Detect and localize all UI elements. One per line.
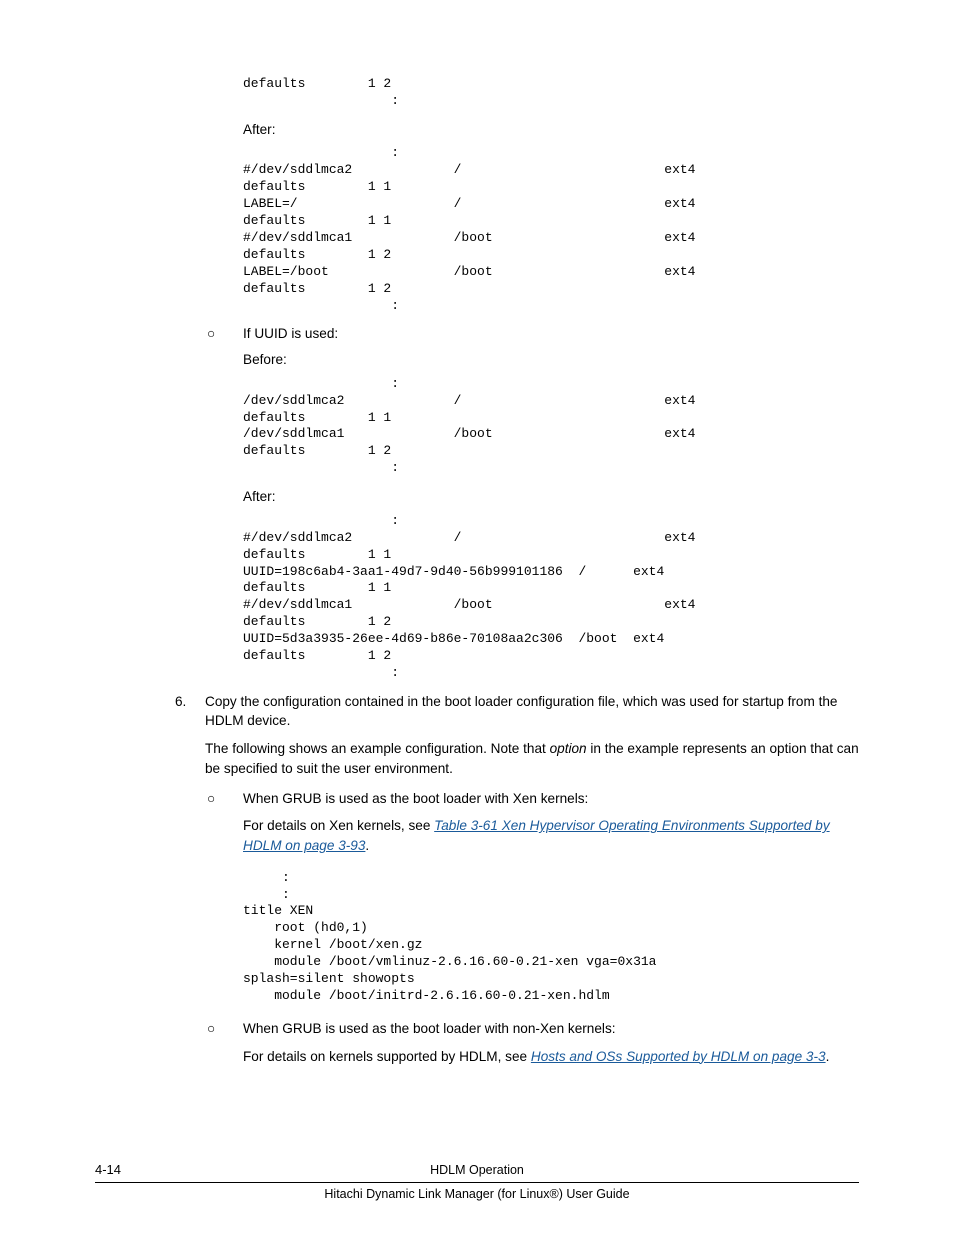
code-block-defaults: defaults 1 2 : (243, 76, 859, 110)
bullet-marker-icon: ○ (207, 789, 215, 809)
grub-nonxen-details-pre: For details on kernels supported by HDLM… (243, 1049, 531, 1064)
code-block-grub-xen: : : title XEN root (hd0,1) kernel /boot/… (243, 870, 859, 1005)
bullet-grub-nonxen: ○ When GRUB is used as the boot loader w… (207, 1019, 859, 1066)
step-6-para-2-pre: The following shows an example configura… (205, 741, 550, 756)
grub-nonxen-details: For details on kernels supported by HDLM… (243, 1047, 859, 1067)
label-after-1: After: (243, 120, 859, 140)
grub-xen-details-post: . (365, 838, 369, 853)
footer-rule (95, 1182, 859, 1183)
step-6: 6. Copy the configuration contained in t… (175, 692, 859, 779)
bullet-grub-xen: ○ When GRUB is used as the boot loader w… (207, 789, 859, 856)
option-emphasis: option (550, 741, 587, 756)
code-block-after-label: : #/dev/sddlmca2 / ext4 defaults 1 1 LAB… (243, 145, 859, 314)
label-uuid-heading: If UUID is used: (243, 324, 859, 344)
bullet-marker-icon: ○ (207, 324, 215, 344)
step-number: 6. (175, 692, 186, 712)
step-6-para-1: Copy the configuration contained in the … (205, 692, 859, 731)
grub-xen-heading: When GRUB is used as the boot loader wit… (243, 789, 859, 809)
step-6-para-2: The following shows an example configura… (205, 739, 859, 778)
footer-guide-name: Hitachi Dynamic Link Manager (for Linux®… (0, 1185, 954, 1203)
grub-xen-details: For details on Xen kernels, see Table 3-… (243, 816, 859, 855)
page-footer: HDLM Operation Hitachi Dynamic Link Mana… (0, 1161, 954, 1203)
footer-section-title: HDLM Operation (0, 1161, 954, 1179)
grub-nonxen-heading: When GRUB is used as the boot loader wit… (243, 1019, 859, 1039)
label-after-uuid: After: (243, 487, 859, 507)
bullet-uuid: ○ If UUID is used: Before: (207, 324, 859, 369)
link-hosts-oss[interactable]: Hosts and OSs Supported by HDLM on page … (531, 1049, 826, 1064)
grub-nonxen-details-post: . (826, 1049, 830, 1064)
bullet-marker-icon: ○ (207, 1019, 215, 1039)
label-before-uuid: Before: (243, 350, 859, 370)
grub-xen-details-pre: For details on Xen kernels, see (243, 818, 434, 833)
code-block-uuid-after: : #/dev/sddlmca2 / ext4 defaults 1 1 UUI… (243, 513, 859, 682)
code-block-uuid-before: : /dev/sddlmca2 / ext4 defaults 1 1 /dev… (243, 376, 859, 477)
